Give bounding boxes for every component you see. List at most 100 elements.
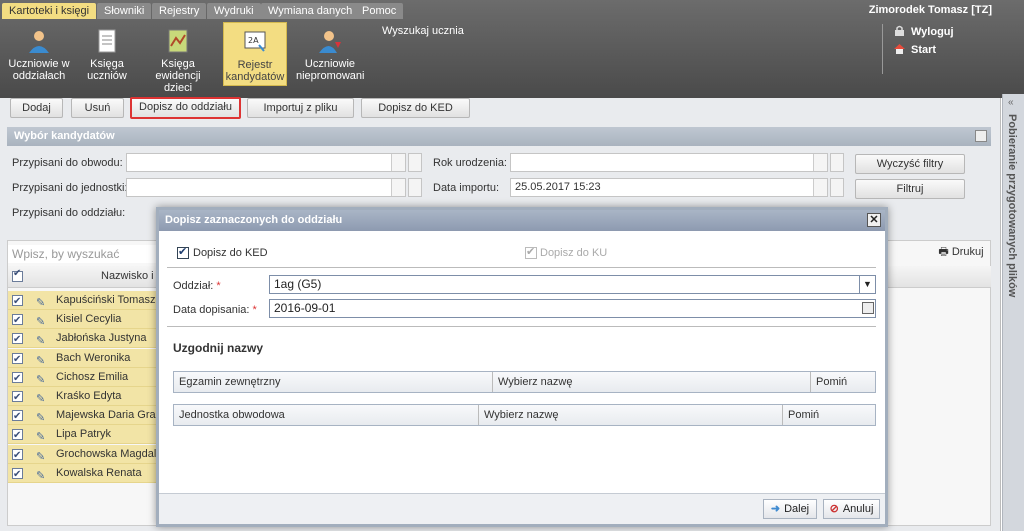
clear-birth-year-icon[interactable] (830, 153, 844, 172)
candidate-name: Bach Weronika (56, 351, 131, 364)
collapse-icon[interactable] (975, 130, 987, 142)
unit-mapping-table: Jednostka obwodowa Wybierz nazwę Pomiń (173, 404, 876, 426)
exam-skip[interactable]: Pomiń (810, 372, 875, 392)
expand-icon[interactable]: « (1008, 97, 1014, 108)
row-checkbox[interactable] (12, 388, 23, 407)
table-row[interactable]: ✎Majewska Daria Grażyna (8, 406, 179, 426)
dialog-footer: ➜ Dalej ⊘ Anuluj (159, 493, 885, 524)
row-checkbox[interactable] (12, 465, 23, 484)
row-checkbox[interactable] (12, 292, 23, 311)
assign-class-button[interactable]: Dopisz do oddziału (130, 97, 241, 119)
logout-link[interactable]: Wyloguj (894, 25, 954, 38)
row-checkbox[interactable] (12, 350, 23, 369)
table-row[interactable]: ✎Lipa Patryk (8, 425, 158, 445)
ked-checkbox[interactable] (177, 245, 189, 259)
dialog-title: Dopisz zaznaczonych do oddziału (159, 210, 885, 231)
row-checkbox[interactable] (12, 407, 23, 426)
row-checkbox[interactable] (12, 311, 23, 330)
import-file-button[interactable]: Importuj z pliku (247, 98, 354, 118)
exam-mapping-table: Egzamin zewnętrzny Wybierz nazwę Pomiń (173, 371, 876, 393)
menu-slowniki[interactable]: Słowniki (97, 3, 152, 19)
table-row[interactable]: ✎Kapuściński Tomasz (8, 291, 158, 311)
clear-district-icon[interactable] (408, 153, 422, 172)
list-search-input[interactable]: Wpisz, by wyszukać (8, 245, 158, 263)
row-checkbox[interactable] (12, 369, 23, 388)
menu-rejestry[interactable]: Rejestry (152, 3, 207, 19)
birth-year-select[interactable] (510, 153, 828, 172)
menu-kartoteki[interactable]: Kartoteki i księgi (2, 3, 97, 19)
chevron-down-icon[interactable]: ▼ (859, 276, 875, 293)
row-checkbox[interactable] (12, 330, 23, 349)
chevron-down-icon[interactable] (391, 154, 405, 171)
tool-uczniowie-niepromowani[interactable]: Uczniowie niepromowani (296, 22, 364, 86)
candidate-name: Cichosz Emilia (56, 370, 129, 383)
downloads-side-panel[interactable]: « Pobieranie przygotowanych plików (1002, 94, 1024, 531)
exam-column: Egzamin zewnętrzny (179, 376, 281, 388)
clear-filters-button[interactable]: Wyczyść filtry (855, 154, 965, 174)
student-icon (29, 31, 49, 53)
filter-button[interactable]: Filtruj (855, 179, 965, 199)
district-select[interactable] (126, 153, 406, 172)
menu-wydruki[interactable]: Wydruki (207, 3, 261, 19)
unit-select[interactable] (126, 178, 406, 197)
class-label: Oddział: * (173, 280, 221, 292)
remove-button[interactable]: Usuń (71, 98, 124, 118)
row-checkbox[interactable] (12, 446, 23, 465)
chevron-down-icon[interactable] (813, 179, 827, 196)
start-link[interactable]: Start (894, 43, 936, 56)
table-row[interactable]: ✎Jabłońska Justyna (8, 329, 158, 349)
downloads-panel-label: Pobieranie przygotowanych plików (1006, 114, 1018, 298)
candidate-name: Jabłońska Justyna (56, 332, 147, 345)
divider (167, 267, 876, 268)
date-input[interactable]: 2016-09-01 (269, 299, 876, 318)
menu-wymiana-danych[interactable]: Wymiana danych (261, 3, 360, 19)
table-row[interactable]: ✎Grochowska Magdalena (8, 444, 175, 465)
table-row[interactable]: ✎Bach Weronika (8, 348, 158, 369)
exam-choose-name[interactable]: Wybierz nazwę (492, 372, 810, 392)
edit-icon[interactable]: ✎ (36, 467, 45, 486)
tool-rejestr-kandydatow[interactable]: 2A Rejestr kandydatów (223, 22, 287, 86)
cancel-icon: ⊘ (829, 503, 839, 515)
unit-choose-name[interactable]: Wybierz nazwę (478, 405, 782, 425)
printer-icon: 🖶 (938, 246, 949, 258)
table-row[interactable]: ✎ Kowalska Renata (8, 463, 158, 486)
menu-pomoc[interactable]: Pomoc (355, 3, 404, 19)
search-student-label[interactable]: Wyszukaj ucznia (382, 25, 464, 37)
select-all-checkbox[interactable] (12, 268, 23, 282)
divider (167, 326, 876, 327)
student-down-icon (319, 31, 341, 53)
close-icon[interactable]: ✕ (867, 213, 881, 227)
birth-year-label: Rok urodzenia: (433, 157, 507, 169)
svg-text:2A: 2A (248, 36, 259, 45)
assign-ked-button[interactable]: Dopisz do KED (361, 98, 470, 118)
table-row[interactable]: ✎Cichosz Emilia (8, 367, 158, 388)
unit-column: Jednostka obwodowa (179, 409, 285, 421)
calendar-icon[interactable] (862, 302, 874, 314)
import-date-select[interactable]: 25.05.2017 15:23 (510, 178, 828, 197)
unit-skip[interactable]: Pomiń (782, 405, 875, 425)
tool-ksiega-uczniow[interactable]: Księga uczniów (80, 22, 134, 86)
chevron-down-icon[interactable] (391, 179, 405, 196)
candidate-name: Kraśko Edyta (56, 390, 122, 402)
clear-import-date-icon[interactable] (830, 178, 844, 197)
section-title: Uzgodnij nazwy (173, 341, 263, 355)
name-column-header[interactable]: Nazwisko i i (101, 270, 159, 282)
row-checkbox[interactable] (12, 426, 23, 445)
next-button[interactable]: ➜ Dalej (763, 499, 817, 519)
candidate-name: Lipa Patryk (56, 428, 112, 441)
class-filter-label: Przypisani do oddziału: (12, 207, 126, 219)
table-row[interactable]: ✎Kraśko Edyta (8, 387, 158, 407)
print-button[interactable]: 🖶 Drukuj (935, 243, 987, 263)
ku-label: Dopisz do KU (540, 247, 608, 259)
tool-uczniowie-w-oddzialach[interactable]: Uczniowie w oddziałach (6, 22, 72, 86)
clear-unit-icon[interactable] (408, 178, 422, 197)
chevron-down-icon[interactable] (813, 154, 827, 171)
arrow-right-icon: ➜ (770, 503, 781, 515)
add-button[interactable]: Dodaj (10, 98, 63, 118)
ked-label: Dopisz do KED (193, 247, 268, 259)
cancel-button[interactable]: ⊘ Anuluj (823, 499, 880, 519)
table-row[interactable]: ✎Kisiel Cecylia (8, 310, 158, 330)
tool-ksiega-ewidencji[interactable]: Księga ewidencji dzieci (140, 22, 216, 94)
menu-bar: Kartoteki i księgi Słowniki Rejestry Wyd… (0, 0, 1024, 20)
class-select[interactable]: 1ag (G5) ▼ (269, 275, 876, 294)
